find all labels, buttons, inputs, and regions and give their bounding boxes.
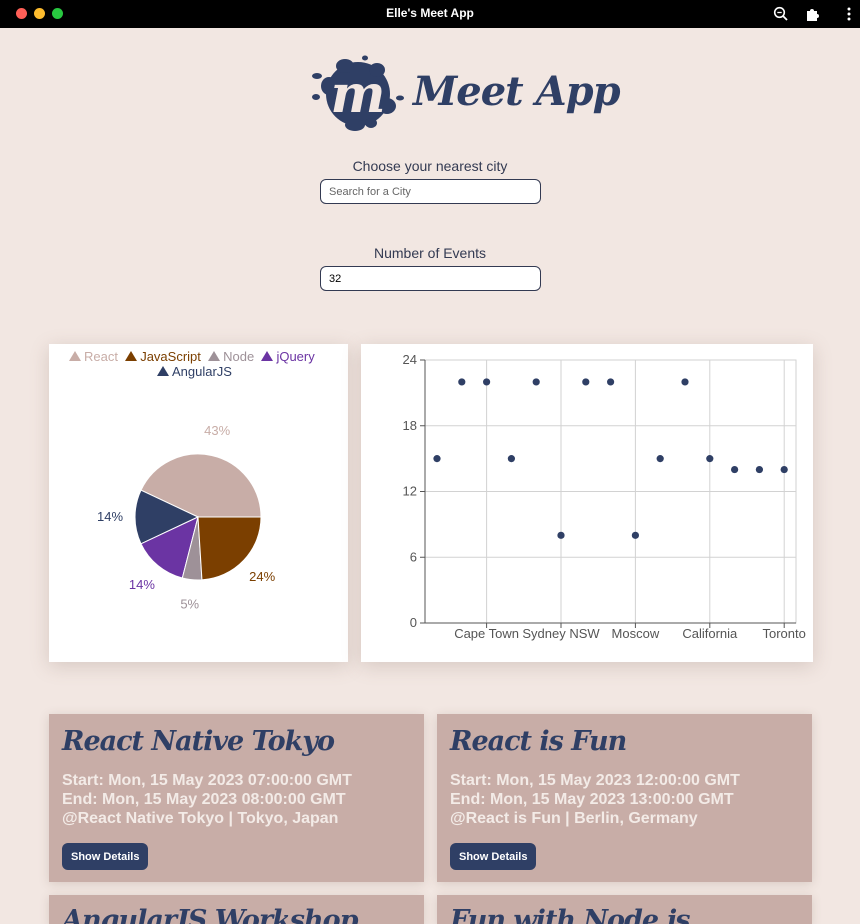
more-menu-icon[interactable] <box>840 5 858 23</box>
scatter-point <box>458 378 466 386</box>
event-end: End: Mon, 15 May 2023 08:00:00 GMT <box>62 791 346 808</box>
scatter-point <box>582 378 590 386</box>
splat-logo-icon: m <box>312 55 404 131</box>
extensions-icon[interactable] <box>804 5 822 23</box>
event-info: Start: Mon, 15 May 2023 07:00:00 GMT End… <box>62 771 352 828</box>
show-details-button[interactable]: Show Details <box>62 843 149 870</box>
scatter-chart: 0 6 12 18 24 Cape Town Sydney NSW Moscow Califor… <box>403 352 806 641</box>
window-titlebar: Elle's Meet App <box>0 0 860 28</box>
y-tick-label: 6 <box>410 549 417 564</box>
y-tick-label: 24 <box>403 352 417 367</box>
events-count-input[interactable] <box>320 266 541 291</box>
pie-label-node: 5% <box>180 597 199 612</box>
event-title: React Native Tokyo <box>62 726 335 757</box>
pie-label-angularjs: 14% <box>97 509 123 524</box>
event-start: Start: Mon, 15 May 2023 07:00:00 GMT <box>62 772 352 789</box>
city-search-input[interactable] <box>320 179 541 204</box>
scatter-point <box>557 531 565 539</box>
x-tick-label: Toronto <box>763 626 806 641</box>
event-title: Fun with Node.js <box>450 905 690 924</box>
scatter-point <box>483 378 491 386</box>
app-logo: m Meet App <box>305 52 621 136</box>
event-title: AngularJS Workshop <box>62 905 359 924</box>
event-card: React is Fun Start: Mon, 15 May 2023 12:… <box>437 714 812 882</box>
event-end: End: Mon, 15 May 2023 13:00:00 GMT <box>450 791 734 808</box>
city-search-label: Choose your nearest city <box>352 158 508 174</box>
scatter-point <box>780 465 788 474</box>
x-tick-label: California <box>682 626 738 641</box>
show-details-button[interactable]: Show Details <box>450 843 537 870</box>
pie-label-jquery: 14% <box>129 577 155 592</box>
pie-label-javascript: 24% <box>249 569 275 584</box>
event-card: React Native Tokyo Start: Mon, 15 May 20… <box>49 714 424 882</box>
genre-pie-chart-panel: React JavaScript Node jQuery AngularJS 4… <box>49 344 348 662</box>
y-tick-label: 12 <box>403 484 417 499</box>
event-card: AngularJS Workshop <box>49 895 424 924</box>
scatter-point <box>755 465 763 474</box>
x-tick-label: Sydney NSW <box>522 626 600 641</box>
scatter-point <box>681 378 689 386</box>
event-info: Start: Mon, 15 May 2023 12:00:00 GMT End… <box>450 771 740 828</box>
events-count-label: Number of Events <box>373 245 487 261</box>
scatter-point <box>706 455 714 463</box>
scatter-point <box>532 378 540 386</box>
event-location: @React Native Tokyo | Tokyo, Japan <box>62 810 339 827</box>
scatter-point <box>507 455 515 463</box>
scatter-point <box>656 455 664 463</box>
app-name: Meet App <box>413 68 621 115</box>
event-title: React is Fun <box>450 726 627 757</box>
zoom-icon[interactable] <box>772 5 790 23</box>
pie-label-react: 43% <box>204 423 230 438</box>
scatter-point <box>631 531 639 539</box>
event-location: @React is Fun | Berlin, Germany <box>450 810 698 827</box>
window-title: Elle's Meet App <box>386 6 474 20</box>
x-tick-label: Cape Town <box>454 626 519 641</box>
events-scatter-chart-panel: 0 6 12 18 24 Cape Town Sydney NSW Moscow Califor… <box>361 344 813 662</box>
y-tick-label: 0 <box>410 615 417 630</box>
pie-chart: 43% 14% 14% 5% 24% <box>97 423 276 612</box>
event-start: Start: Mon, 15 May 2023 12:00:00 GMT <box>450 772 740 789</box>
event-card: Fun with Node.js <box>437 895 812 924</box>
x-tick-label: Moscow <box>612 626 660 641</box>
scatter-point <box>433 455 441 463</box>
y-tick-label: 18 <box>403 418 417 433</box>
scatter-point <box>607 378 615 386</box>
logo-letter: m <box>330 64 385 125</box>
scatter-point <box>731 465 739 474</box>
